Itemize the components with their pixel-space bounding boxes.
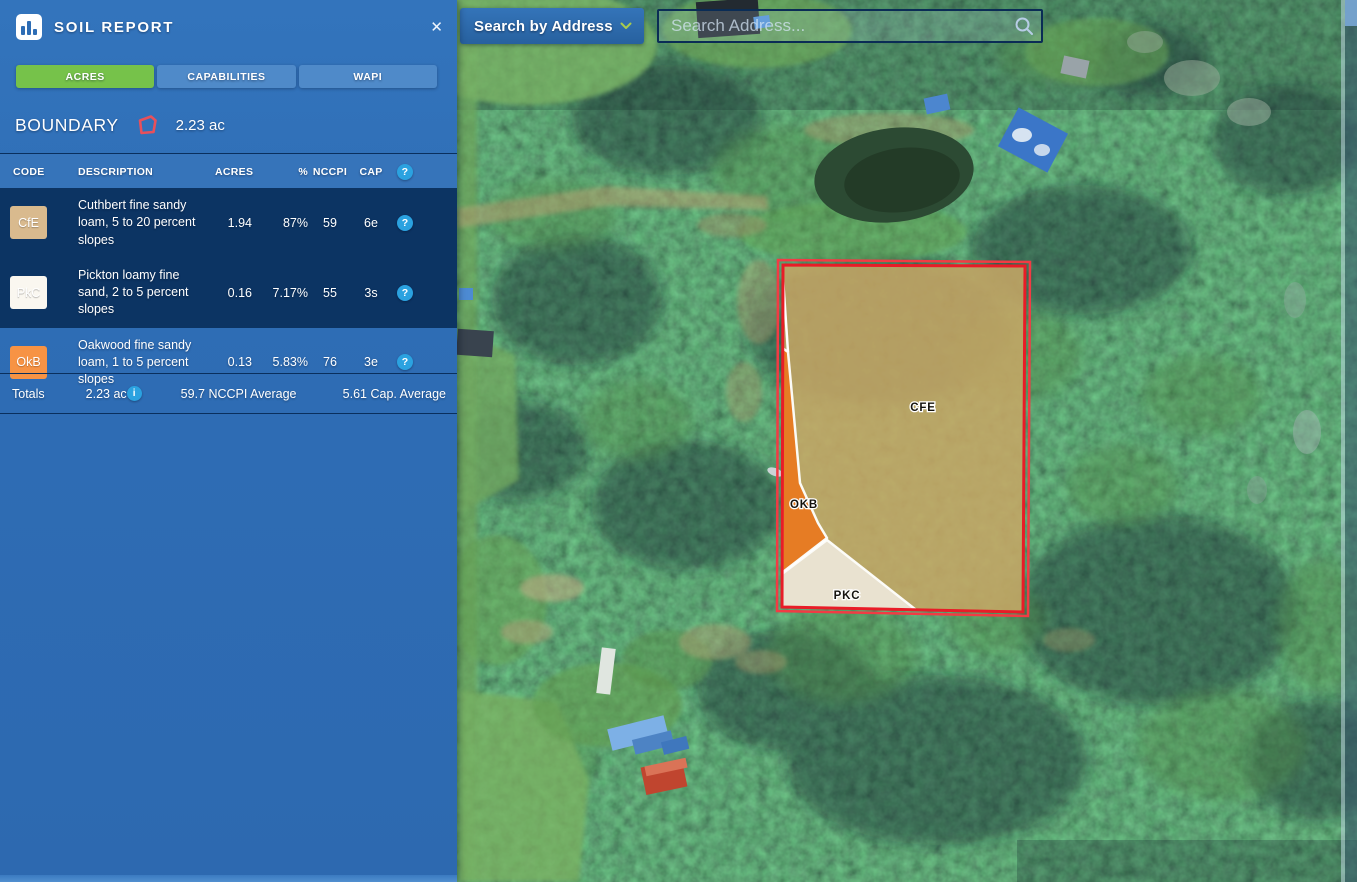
search-by-dropdown[interactable]: Search by Address <box>460 8 644 44</box>
soil-cap: 6e <box>352 216 390 230</box>
search-by-label: Search by Address <box>474 18 613 35</box>
panel-title: SOIL REPORT <box>54 19 174 36</box>
totals-cap-average: 5.61 Cap. Average <box>343 387 446 401</box>
tab-acres[interactable]: ACRES <box>16 65 154 88</box>
soil-table-header: CODE DESCRIPTION ACRES % NCCPI CAP ? <box>0 153 457 190</box>
totals-acres: 2.23 ac <box>86 387 127 401</box>
row-help-icon[interactable]: ? <box>397 354 413 370</box>
totals-nccpi-average: 59.7 NCCPI Average <box>181 387 297 401</box>
header-nccpi: NCCPI <box>308 166 352 178</box>
search-address-box <box>657 9 1043 43</box>
report-tabs: ACRES CAPABILITIES WAPI <box>16 65 437 88</box>
table-row: CfE Cuthbert fine sandy loam, 5 to 20 pe… <box>0 188 457 258</box>
soil-acres: 1.94 <box>215 216 252 230</box>
parcel-boundary-polygon[interactable] <box>772 255 1037 620</box>
soil-percent: 5.83% <box>252 355 308 369</box>
table-row: PkC Pickton loamy fine sand, 2 to 5 perc… <box>0 258 457 328</box>
soil-cap: 3s <box>352 286 390 300</box>
boundary-label: BOUNDARY <box>15 115 119 136</box>
map-label-okb: OKB <box>790 499 818 511</box>
soil-table-body: CfE Cuthbert fine sandy loam, 5 to 20 pe… <box>0 188 457 397</box>
tab-wapi[interactable]: WAPI <box>299 65 437 88</box>
totals-row: Totals 2.23 ac i 59.7 NCCPI Average 5.61… <box>0 373 457 414</box>
totals-info-icon[interactable]: i <box>127 386 142 401</box>
soil-percent: 7.17% <box>252 286 308 300</box>
tab-capabilities[interactable]: CAPABILITIES <box>157 65 295 88</box>
soil-acres: 0.13 <box>215 355 252 369</box>
cap-help-icon[interactable]: ? <box>397 164 413 180</box>
satellite-imagery: CFE OKB PKC <box>457 0 1357 882</box>
satellite-map[interactable]: CFE OKB PKC Search by Address <box>457 0 1357 882</box>
map-label-pkc: PKC <box>834 590 861 602</box>
soil-description: Pickton loamy fine sand, 2 to 5 percent … <box>70 258 215 328</box>
header-description: DESCRIPTION <box>70 166 215 178</box>
header-percent: % <box>252 166 308 178</box>
soil-nccpi: 55 <box>308 286 352 300</box>
boundary-area: 2.23 ac <box>176 117 225 134</box>
header-code: CODE <box>0 166 70 178</box>
soil-description: Cuthbert fine sandy loam, 5 to 20 percen… <box>70 188 215 258</box>
header-acres: ACRES <box>215 166 252 178</box>
soil-cap: 3e <box>352 355 390 369</box>
row-help-icon[interactable]: ? <box>397 215 413 231</box>
totals-label: Totals <box>12 387 45 401</box>
header-cap: CAP <box>352 166 390 178</box>
soil-report-app: CFE OKB PKC Search by Address SOIL REPOR… <box>0 0 1357 882</box>
chevron-down-icon <box>620 22 632 30</box>
soil-code-badge: CfE <box>10 206 47 239</box>
search-icon[interactable] <box>1014 16 1034 36</box>
soil-code-badge: PkC <box>10 276 47 309</box>
bar-chart-icon <box>16 14 42 40</box>
soil-percent: 87% <box>252 216 308 230</box>
soil-nccpi: 76 <box>308 355 352 369</box>
soil-nccpi: 59 <box>308 216 352 230</box>
map-label-cfe: CFE <box>910 402 935 414</box>
close-icon[interactable]: ✕ <box>430 20 443 35</box>
panel-bottom-edge <box>0 875 457 882</box>
boundary-polygon-icon <box>135 113 159 137</box>
soil-acres: 0.16 <box>215 286 252 300</box>
row-help-icon[interactable]: ? <box>397 285 413 301</box>
soil-report-panel: SOIL REPORT ✕ ACRES CAPABILITIES WAPI BO… <box>0 0 457 882</box>
search-address-input[interactable] <box>657 9 1043 43</box>
